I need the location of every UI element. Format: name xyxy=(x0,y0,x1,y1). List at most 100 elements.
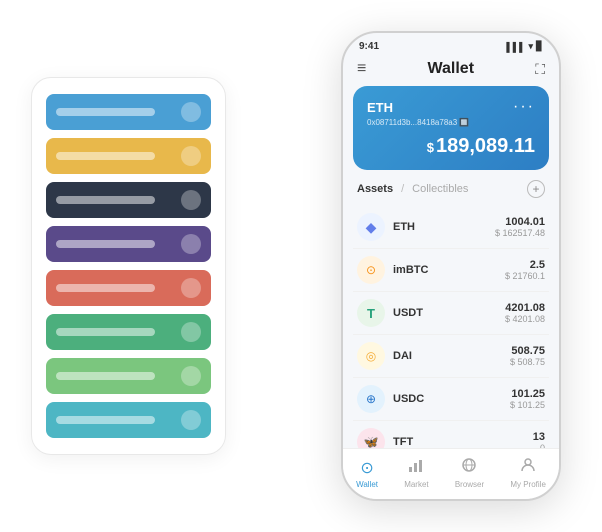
tab-assets[interactable]: Assets xyxy=(357,183,393,195)
card-text xyxy=(56,108,155,116)
asset-amounts: 13 0 xyxy=(533,431,545,448)
table-row[interactable]: ⊕ USDC 101.25 $ 101.25 xyxy=(353,378,549,421)
eth-amount-value: 189,089.11 xyxy=(436,135,535,157)
imbtc-coin-icon: ⊙ xyxy=(357,256,385,284)
asset-primary-amount: 4201.08 xyxy=(505,302,545,314)
tft-coin-icon: 🦋 xyxy=(357,428,385,448)
page-title: Wallet xyxy=(428,60,475,78)
asset-primary-amount: 13 xyxy=(533,431,545,443)
asset-secondary-amount: $ 508.75 xyxy=(510,357,545,367)
status-time: 9:41 xyxy=(359,41,379,52)
eth-balance: $189,089.11 xyxy=(367,135,535,158)
market-nav-icon xyxy=(408,457,424,478)
card-panel xyxy=(31,77,226,455)
scene: 9:41 ▌▌▌ ▾ ▊ ≡ Wallet ⛶ ETH ··· 0x08711d… xyxy=(11,11,591,521)
asset-name: TFT xyxy=(393,436,533,448)
asset-secondary-amount: $ 4201.08 xyxy=(505,314,545,324)
market-nav-label: Market xyxy=(404,480,428,489)
browser-nav-label: Browser xyxy=(455,480,484,489)
asset-secondary-amount: $ 101.25 xyxy=(510,400,545,410)
wifi-icon: ▾ xyxy=(529,41,534,52)
add-icon: + xyxy=(532,182,539,196)
list-item[interactable] xyxy=(46,314,211,350)
scan-icon[interactable]: ⛶ xyxy=(535,61,545,78)
card-text xyxy=(56,240,155,248)
bottom-nav: ⊙ Wallet Market xyxy=(343,448,559,499)
asset-name: ETH xyxy=(393,221,495,233)
list-item[interactable] xyxy=(46,182,211,218)
asset-primary-amount: 508.75 xyxy=(510,345,545,357)
asset-amounts: 508.75 $ 508.75 xyxy=(510,345,545,367)
card-icon xyxy=(181,322,201,342)
asset-list: ◆ ETH 1004.01 $ 162517.48 ⊙ imBTC 2.5 $ … xyxy=(343,206,559,448)
card-icon xyxy=(181,234,201,254)
asset-secondary-amount: $ 162517.48 xyxy=(495,228,545,238)
card-text xyxy=(56,152,155,160)
nav-item-profile[interactable]: My Profile xyxy=(510,457,546,489)
menu-icon[interactable]: ≡ xyxy=(357,60,366,78)
asset-amounts: 2.5 $ 21760.1 xyxy=(505,259,545,281)
assets-header: Assets / Collectibles + xyxy=(343,180,559,206)
dai-coin-icon: ◎ xyxy=(357,342,385,370)
list-item[interactable] xyxy=(46,226,211,262)
table-row[interactable]: ◎ DAI 508.75 $ 508.75 xyxy=(353,335,549,378)
assets-tabs: Assets / Collectibles xyxy=(357,183,468,195)
asset-amounts: 101.25 $ 101.25 xyxy=(510,388,545,410)
nav-item-wallet[interactable]: ⊙ Wallet xyxy=(356,458,378,489)
eth-address: 0x08711d3b...8418a78a3 🔲 xyxy=(367,118,535,127)
browser-nav-icon xyxy=(461,457,477,478)
card-text xyxy=(56,284,155,292)
asset-name: USDC xyxy=(393,393,510,405)
eth-card[interactable]: ETH ··· 0x08711d3b...8418a78a3 🔲 $189,08… xyxy=(353,86,549,170)
list-item[interactable] xyxy=(46,270,211,306)
card-icon xyxy=(181,190,201,210)
asset-name: DAI xyxy=(393,350,510,362)
asset-primary-amount: 1004.01 xyxy=(495,216,545,228)
nav-item-market[interactable]: Market xyxy=(404,457,428,489)
table-row[interactable]: 🦋 TFT 13 0 xyxy=(353,421,549,448)
nav-item-browser[interactable]: Browser xyxy=(455,457,484,489)
asset-amounts: 1004.01 $ 162517.48 xyxy=(495,216,545,238)
list-item[interactable] xyxy=(46,402,211,438)
list-item[interactable] xyxy=(46,358,211,394)
list-item[interactable] xyxy=(46,138,211,174)
table-row[interactable]: ◆ ETH 1004.01 $ 162517.48 xyxy=(353,206,549,249)
usdc-coin-icon: ⊕ xyxy=(357,385,385,413)
add-asset-button[interactable]: + xyxy=(527,180,545,198)
card-icon xyxy=(181,366,201,386)
profile-nav-label: My Profile xyxy=(510,480,546,489)
table-row[interactable]: ⊙ imBTC 2.5 $ 21760.1 xyxy=(353,249,549,292)
wallet-nav-label: Wallet xyxy=(356,480,378,489)
list-item[interactable] xyxy=(46,94,211,130)
asset-secondary-amount: $ 21760.1 xyxy=(505,271,545,281)
usdt-coin-icon: T xyxy=(357,299,385,327)
card-icon xyxy=(181,410,201,430)
status-bar: 9:41 ▌▌▌ ▾ ▊ xyxy=(343,33,559,56)
battery-icon: ▊ xyxy=(536,41,543,52)
card-text xyxy=(56,416,155,424)
card-icon xyxy=(181,278,201,298)
card-text xyxy=(56,196,155,204)
tab-collectibles[interactable]: Collectibles xyxy=(412,183,468,195)
status-icons: ▌▌▌ ▾ ▊ xyxy=(506,41,543,52)
table-row[interactable]: T USDT 4201.08 $ 4201.08 xyxy=(353,292,549,335)
asset-amounts: 4201.08 $ 4201.08 xyxy=(505,302,545,324)
eth-coin-icon: ◆ xyxy=(357,213,385,241)
eth-label: ETH xyxy=(367,100,393,115)
eth-card-header: ETH ··· xyxy=(367,98,535,116)
profile-nav-icon xyxy=(520,457,536,478)
phone-header: ≡ Wallet ⛶ xyxy=(343,56,559,86)
wallet-nav-icon: ⊙ xyxy=(360,458,373,478)
card-text xyxy=(56,328,155,336)
card-icon xyxy=(181,102,201,122)
signal-icon: ▌▌▌ xyxy=(506,42,525,52)
card-text xyxy=(56,372,155,380)
eth-options-icon[interactable]: ··· xyxy=(513,98,535,116)
eth-currency-symbol: $ xyxy=(427,140,434,155)
asset-primary-amount: 101.25 xyxy=(510,388,545,400)
card-icon xyxy=(181,146,201,166)
asset-primary-amount: 2.5 xyxy=(505,259,545,271)
tab-divider: / xyxy=(401,183,404,195)
asset-name: USDT xyxy=(393,307,505,319)
phone-mockup: 9:41 ▌▌▌ ▾ ▊ ≡ Wallet ⛶ ETH ··· 0x08711d… xyxy=(341,31,561,501)
